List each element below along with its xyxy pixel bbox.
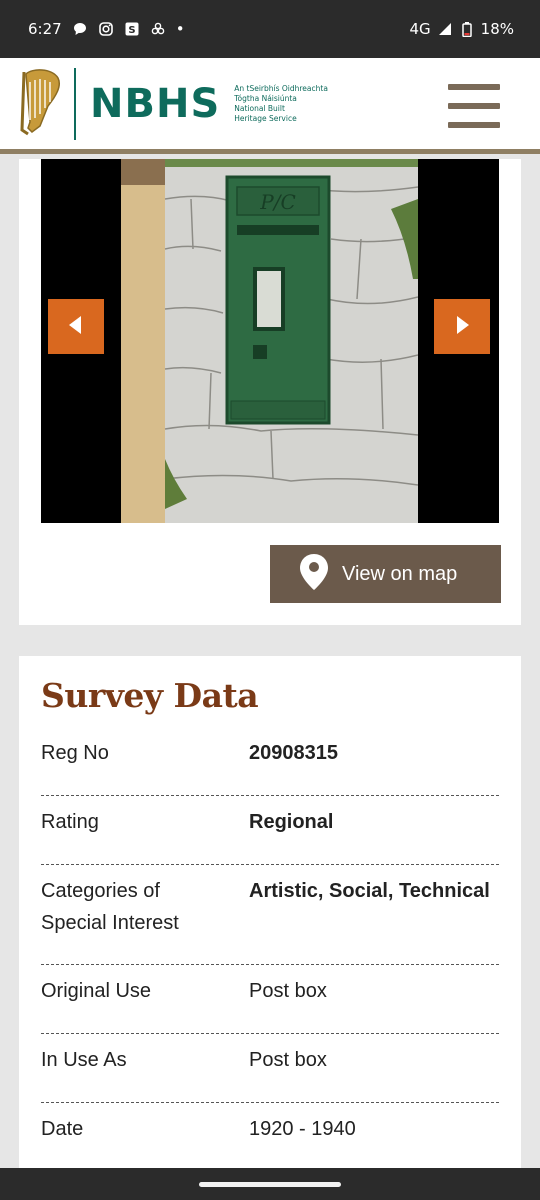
home-gesture-handle[interactable]: [199, 1182, 341, 1187]
svg-text:S: S: [128, 25, 135, 36]
row-label: Rating: [41, 811, 99, 833]
previous-photo-button[interactable]: [48, 299, 104, 354]
chat-bubble-icon: [72, 21, 88, 37]
survey-row-rating: Rating Regional: [41, 796, 499, 865]
survey-data-title: Survey Data: [41, 676, 259, 715]
network-label: 4G: [409, 20, 431, 38]
status-dot: •: [175, 20, 185, 38]
photo-carousel[interactable]: P/C: [41, 159, 499, 523]
survey-data-card: Survey Data Reg No 20908315 Rating Regio…: [19, 656, 521, 1176]
row-label-line: Special Interest: [41, 912, 179, 934]
row-label: Reg No: [41, 742, 109, 764]
view-on-map-label: View on map: [342, 562, 458, 585]
battery-percent: 18%: [480, 20, 514, 38]
row-label-line: Categories of: [41, 880, 160, 902]
status-left: 6:27 S •: [28, 20, 185, 38]
row-value: Artistic, Social, Technical: [249, 880, 490, 902]
signal-icon: [437, 21, 453, 37]
row-label: In Use As: [41, 1049, 127, 1071]
pinwheel-icon: [150, 21, 166, 37]
row-value: Post box: [249, 980, 327, 1002]
site-header: NBHS An tSeirbhís Oidhreachta Tógtha Nái…: [0, 58, 540, 154]
survey-row-original-use: Original Use Post box: [41, 965, 499, 1034]
post-box-cipher: P/C: [259, 190, 296, 214]
harp-logo-icon[interactable]: [18, 68, 62, 140]
survey-row-in-use-as: In Use As Post box: [41, 1034, 499, 1103]
row-value: Post box: [249, 1049, 327, 1071]
map-pin-icon: [270, 554, 328, 594]
gallery-card: P/C View on map: [19, 159, 521, 625]
instagram-icon: [98, 21, 114, 37]
view-on-map-button[interactable]: View on map: [270, 545, 501, 603]
chevron-left-icon: [69, 315, 83, 338]
row-label: Date: [41, 1118, 84, 1140]
logo-text[interactable]: NBHS: [90, 81, 220, 127]
hamburger-menu-icon[interactable]: [448, 84, 500, 128]
logo-sub-line: Tógtha Náisiúnta: [234, 93, 297, 103]
logo-subtitle: An tSeirbhís Oidhreachta Tógtha Náisiúnt…: [234, 84, 328, 124]
row-value: Regional: [249, 811, 334, 833]
next-photo-button[interactable]: [434, 299, 490, 354]
survey-row-date: Date 1920 - 1940: [41, 1103, 499, 1171]
row-value: 1920 - 1940: [249, 1118, 356, 1140]
status-right: 4G 18%: [409, 20, 514, 38]
s-app-icon: S: [124, 21, 140, 37]
status-time: 6:27: [28, 20, 62, 38]
row-value: 20908315: [249, 742, 338, 764]
system-nav-bar: [0, 1168, 540, 1200]
survey-row-reg-no: Reg No 20908315: [41, 737, 499, 796]
battery-icon: [459, 21, 475, 37]
chevron-right-icon: [455, 315, 469, 338]
logo-sub-line: Heritage Service: [234, 113, 297, 123]
row-label: Categories of Special Interest: [41, 875, 249, 939]
survey-row-categories: Categories of Special Interest Artistic,…: [41, 865, 499, 965]
logo-divider: [74, 67, 76, 140]
row-label: Original Use: [41, 980, 152, 1002]
logo-sub-line: An tSeirbhís Oidhreachta: [234, 83, 328, 93]
status-bar: 6:27 S • 4G 18%: [0, 0, 540, 58]
post-box-photo: P/C: [121, 159, 418, 523]
logo-sub-line: National Built: [234, 103, 285, 113]
